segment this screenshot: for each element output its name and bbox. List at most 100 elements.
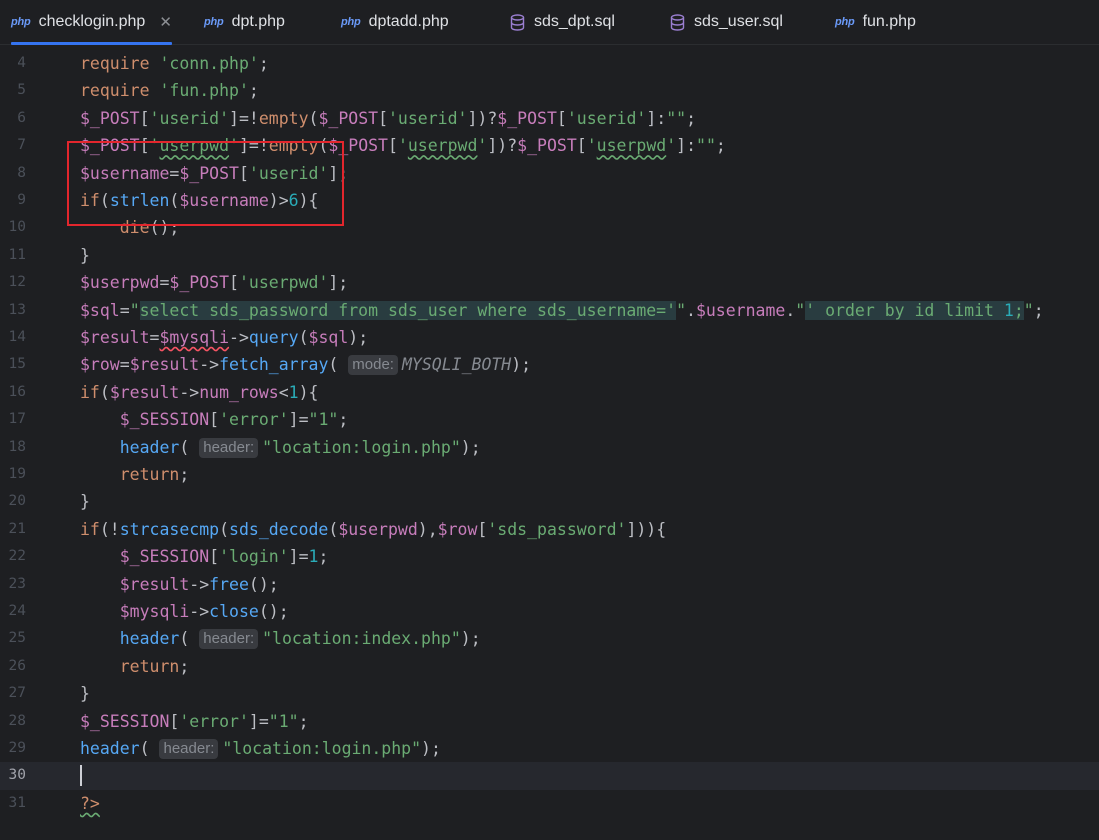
code-token: strcasecmp	[119, 519, 220, 539]
tab-dptadd-php[interactable]: php dptadd.php	[341, 0, 449, 44]
code-token: close	[209, 602, 259, 621]
code-token: $row	[437, 519, 478, 539]
code-token: .	[785, 300, 796, 320]
code-token: [	[477, 519, 488, 539]
code-line[interactable]: 20}	[0, 488, 1099, 515]
code-line[interactable]: 13 $sql="select sds_password from sds_use…	[0, 297, 1099, 324]
code-token: [	[209, 547, 220, 567]
code-token: require	[80, 81, 160, 101]
code-token: ->	[189, 574, 210, 594]
line-number: 15	[8, 356, 26, 373]
tab-fun-php[interactable]: php fun.php	[835, 0, 916, 44]
code-token: 'login'	[219, 547, 289, 567]
code-line[interactable]: 11}	[0, 242, 1099, 269]
code-line[interactable]: 18 header( header: "location:login.php");	[0, 434, 1099, 461]
code-line[interactable]: 28 $_SESSION['error']="1";	[0, 708, 1099, 735]
code-line[interactable]: 31 ?>	[0, 790, 1099, 817]
code-token: $_POST	[318, 108, 379, 128]
code-token: if	[80, 519, 100, 539]
code-token: [	[388, 136, 398, 156]
code-token: userpwd	[596, 136, 667, 156]
code-text: $result->free();	[80, 571, 279, 598]
line-number: 22	[8, 548, 26, 565]
code-token: num_rows	[199, 382, 279, 402]
code-line[interactable]: 14 $result=$mysqli->query($sql);	[0, 324, 1099, 351]
code-token: header	[80, 739, 140, 758]
code-token: ]=	[288, 547, 309, 567]
code-line[interactable]: 4 require 'conn.php';	[0, 50, 1099, 77]
code-token: (!	[99, 519, 120, 539]
database-icon	[510, 13, 525, 31]
parameter-hint: header:	[159, 739, 219, 759]
line-number: 29	[8, 740, 26, 756]
tab-sds-user-sql[interactable]: sds_user.sql	[670, 0, 783, 44]
php-file-icon: php	[11, 16, 31, 28]
code-line[interactable]: 12 $userpwd=$_POST['userpwd'];	[0, 269, 1099, 296]
code-line[interactable]: 27}	[0, 680, 1099, 707]
line-number: 20	[8, 493, 26, 510]
code-line[interactable]: 29 header( header: "location:login.php");	[0, 735, 1099, 762]
code-line[interactable]: 6 $_POST['userid']=!empty($_POST['userid'…	[0, 105, 1099, 132]
code-text: $row=$result->fetch_array( mode: MYSQLI_B…	[80, 351, 531, 378]
code-token: ])){	[626, 519, 667, 539]
code-token: );	[460, 629, 481, 649]
tab-label: sds_dpt.sql	[534, 13, 615, 30]
code-token: [	[576, 136, 587, 156]
line-number: 6	[17, 109, 26, 126]
code-line[interactable]: 5 require 'fun.php';	[0, 77, 1099, 104]
code-line[interactable]: 15 $row=$result->fetch_array( mode: MYSQLI…	[0, 351, 1099, 378]
parameter-hint: header:	[199, 629, 259, 650]
code-token: ?>	[80, 793, 100, 813]
tab-dpt-php[interactable]: php dpt.php	[204, 0, 285, 44]
code-text: require 'fun.php';	[80, 77, 259, 104]
code-token: 'error'	[179, 711, 249, 731]
code-line[interactable]: 16 if($result->num_rows<1){	[0, 379, 1099, 406]
text-caret	[80, 765, 82, 787]
code-line[interactable]: 24 $mysqli->close();	[0, 598, 1099, 625]
code-token: [	[556, 108, 567, 128]
code-token: ]:	[646, 108, 667, 128]
code-token: ;	[318, 547, 329, 567]
line-number: 28	[8, 712, 26, 729]
code-line[interactable]: 17 $_SESSION['error']="1";	[0, 406, 1099, 433]
code-token: 'error'	[219, 410, 289, 430]
code-text: $_SESSION['error']="1";	[80, 406, 349, 433]
line-number: 14	[8, 329, 26, 345]
close-icon[interactable]: ✕	[159, 13, 172, 31]
code-token: 'sds_password'	[487, 519, 627, 539]
code-token: $result	[80, 328, 150, 347]
code-token: $userpwd	[338, 519, 418, 539]
code-token: (	[219, 519, 230, 539]
code-token: ();	[248, 574, 279, 594]
code-token: '	[397, 136, 408, 156]
code-token: '	[586, 136, 597, 156]
tab-sds-dpt-sql[interactable]: sds_dpt.sql	[510, 0, 615, 44]
line-number: 19	[8, 466, 26, 482]
code-token: ]=	[288, 410, 309, 430]
code-text: $_SESSION['login']=1;	[80, 543, 329, 570]
code-token: }	[80, 245, 90, 265]
code-line[interactable]: 30	[0, 762, 1099, 790]
code-token: .	[686, 300, 696, 320]
code-token: ->	[189, 602, 210, 621]
code-token: 1	[288, 382, 299, 402]
code-line[interactable]: 22 $_SESSION['login']=1;	[0, 543, 1099, 570]
code-line[interactable]: 21 if(!strcasecmp(sds_decode($userpwd),$r…	[0, 516, 1099, 543]
code-token: ])?	[467, 108, 498, 128]
code-token: (	[179, 629, 200, 649]
line-number: 21	[8, 520, 26, 537]
code-token: $_SESSION	[80, 711, 170, 731]
code-text: if($result->num_rows<1){	[80, 379, 318, 406]
code-text: header( header: "location:login.php");	[80, 434, 481, 461]
line-number: 4	[17, 55, 26, 71]
code-line[interactable]: 19 return;	[0, 461, 1099, 488]
code-line[interactable]: 23 $result->free();	[0, 571, 1099, 598]
code-line[interactable]: 26 return;	[0, 653, 1099, 680]
code-token: ;	[248, 81, 259, 101]
code-token: ;	[686, 108, 697, 128]
code-token: [	[378, 108, 388, 128]
code-line[interactable]: 25 header( header: "location:index.php");	[0, 625, 1099, 652]
tab-checklogin-php[interactable]: php checklogin.php ✕	[11, 0, 172, 45]
